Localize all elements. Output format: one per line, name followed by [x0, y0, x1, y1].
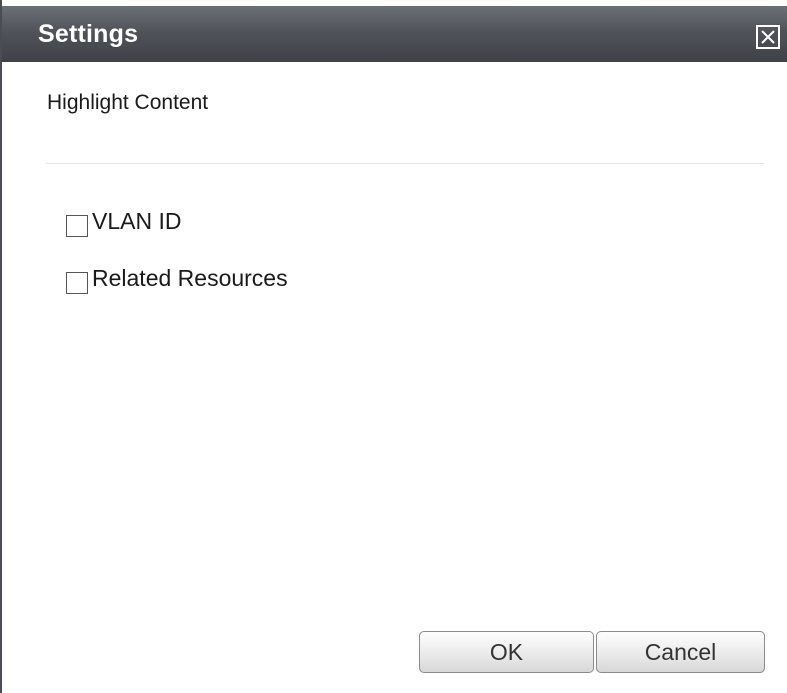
cancel-button[interactable]: Cancel	[596, 631, 765, 673]
close-button[interactable]	[756, 25, 780, 49]
section-title: Highlight Content	[47, 91, 209, 114]
option-related-resources[interactable]: Related Resources	[66, 265, 288, 294]
related-resources-checkbox[interactable]	[66, 272, 88, 294]
option-vlan-id[interactable]: VLAN ID	[66, 208, 181, 237]
divider	[46, 163, 764, 164]
dialog-title: Settings	[38, 20, 139, 48]
dialog-titlebar[interactable]: Settings	[2, 6, 787, 62]
vlan-id-label[interactable]: VLAN ID	[92, 208, 181, 234]
close-icon	[761, 30, 775, 44]
ok-button[interactable]: OK	[419, 631, 594, 673]
settings-dialog: Settings Highlight Content VLAN ID Relat…	[0, 0, 787, 693]
related-resources-label[interactable]: Related Resources	[92, 265, 288, 291]
vlan-id-checkbox[interactable]	[66, 215, 88, 237]
